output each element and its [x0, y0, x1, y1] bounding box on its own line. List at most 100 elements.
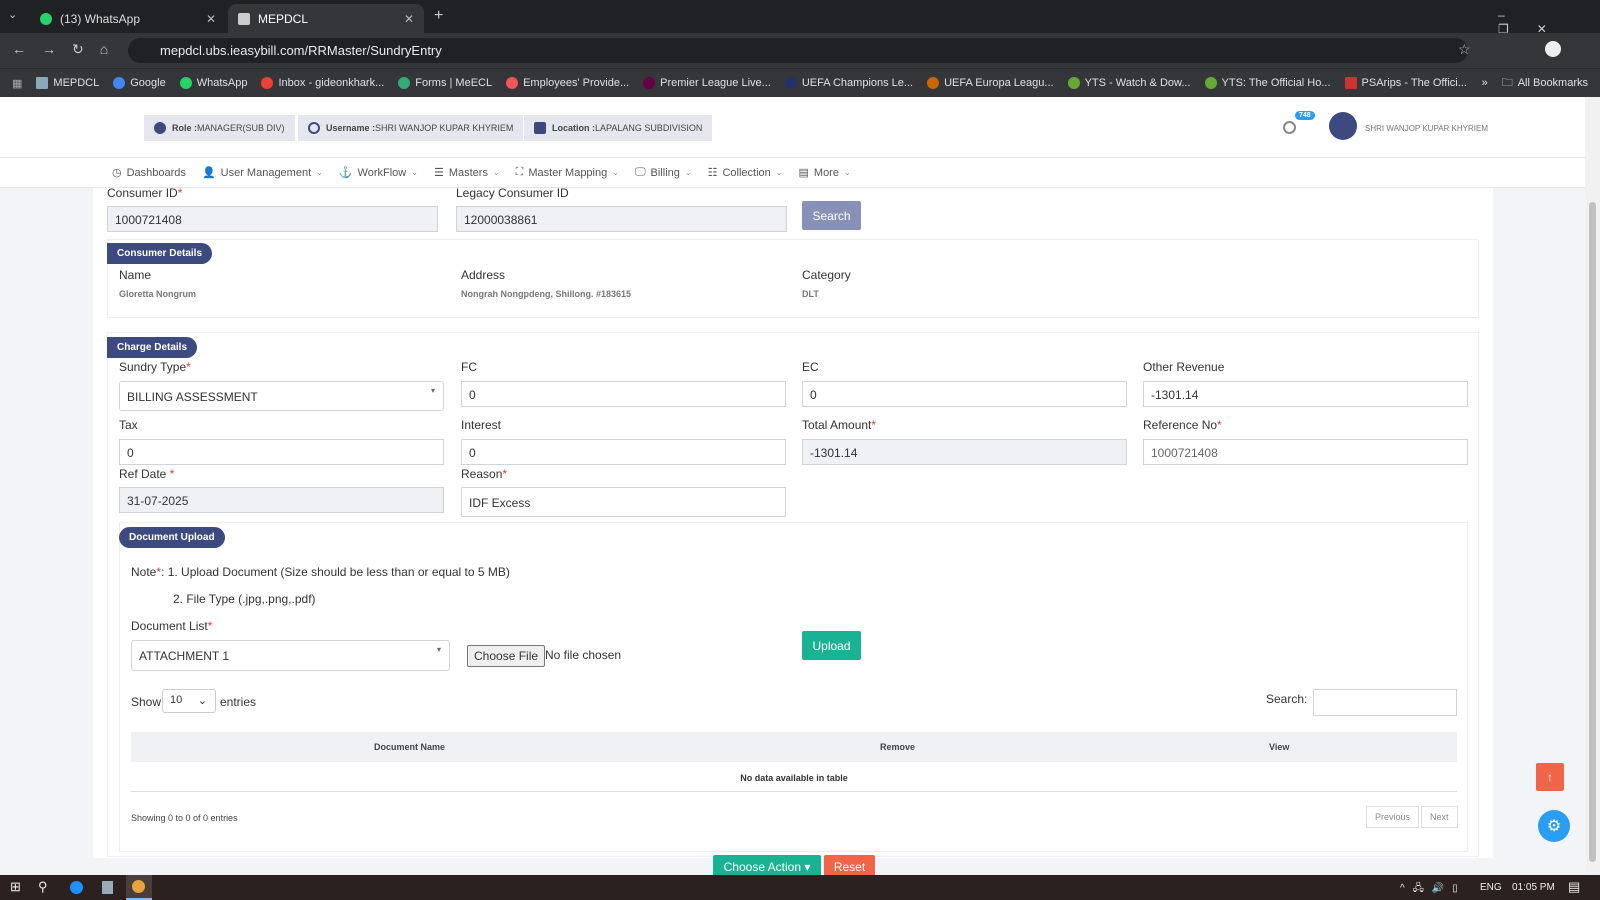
- bookmark[interactable]: MEPDCL: [36, 77, 99, 89]
- bookmark[interactable]: Forms | MeECL: [398, 77, 492, 89]
- column-document-name[interactable]: Document Name: [374, 742, 445, 752]
- close-tab-icon[interactable]: ✕: [404, 12, 414, 26]
- nav-more[interactable]: ▤ More ⌄: [799, 166, 851, 180]
- tab-whatsapp[interactable]: (13) WhatsApp ✕: [30, 4, 226, 33]
- more-bookmarks-icon[interactable]: »: [1482, 77, 1488, 89]
- profile-avatar[interactable]: [1545, 41, 1561, 57]
- chrome-taskbar-button[interactable]: [126, 875, 152, 900]
- entries-select[interactable]: 10 ⌄: [162, 689, 216, 713]
- windows-taskbar: ⊞ ⚲ ^🖧🔊▯ ENG 01:05 PM ▤: [0, 875, 1600, 900]
- nav-billing[interactable]: 🖵 Billing ⌄: [635, 166, 692, 179]
- start-icon[interactable]: ⊞: [10, 879, 21, 895]
- user-name[interactable]: SHRI WANJOP KUPAR KHYRIEM: [1365, 124, 1488, 133]
- building-icon: [534, 122, 546, 134]
- bookmark[interactable]: YTS: The Official Ho...: [1204, 77, 1331, 89]
- nav-user-management[interactable]: 👤 User Management ⌄: [202, 166, 323, 180]
- consumer-address: Nongrah Nongpdeng, Shillong. #183615: [461, 289, 632, 299]
- upload-note-2: 2. File Type (.jpg,.png,.pdf): [173, 592, 316, 606]
- window-controls[interactable]: –❐✕: [1498, 8, 1600, 36]
- url-input[interactable]: mepdcl.ubs.ieasybill.com/RRMaster/Sundry…: [128, 38, 1468, 63]
- user-icon: [308, 122, 320, 134]
- next-button[interactable]: Next: [1421, 806, 1458, 828]
- main-nav: ◷ Dashboards 👤 User Management ⌄ ⚓ WorkFl…: [0, 157, 1585, 188]
- reference-no-input[interactable]: 1000721408: [1143, 439, 1468, 465]
- entries-label: entries: [220, 695, 257, 709]
- consumer-details-section: [107, 239, 1479, 318]
- legacy-id-label: Legacy Consumer ID: [456, 186, 569, 200]
- tab-label: (13) WhatsApp: [60, 11, 141, 26]
- tray-icons[interactable]: ^🖧🔊▯: [1400, 881, 1466, 898]
- name-label: Name: [119, 268, 152, 282]
- upload-note-1: Note*: 1. Upload Document (Size should b…: [131, 565, 510, 579]
- close-tab-icon[interactable]: ✕: [206, 12, 216, 26]
- ec-input[interactable]: 0: [802, 381, 1127, 407]
- all-bookmarks[interactable]: 🗀 All Bookmarks: [1502, 74, 1588, 93]
- reference-no-label: Reference No*: [1143, 418, 1222, 432]
- mepdcl-icon: [238, 12, 250, 25]
- nav-master-mapping[interactable]: ⛶ Master Mapping ⌄: [516, 166, 619, 179]
- avatar[interactable]: [1329, 112, 1357, 140]
- consumer-details-badge: Consumer Details: [107, 243, 213, 264]
- sundry-type-select[interactable]: BILLING ASSESSMENT ▾: [119, 381, 444, 411]
- bookmark[interactable]: UEFA Champions Le...: [784, 77, 913, 89]
- choose-file-button[interactable]: Choose File: [467, 645, 546, 667]
- consumer-category: DLT: [802, 289, 819, 299]
- tab-mepdcl[interactable]: MEPDCL ✕: [228, 4, 424, 33]
- legacy-id-input[interactable]: 12000038861: [456, 206, 787, 232]
- fc-input[interactable]: 0: [461, 381, 786, 407]
- reason-input[interactable]: IDF Excess: [461, 487, 786, 517]
- nav-buttons-icon[interactable]: ←→↻⌂: [12, 41, 124, 58]
- other-revenue-input[interactable]: -1301.14: [1143, 381, 1468, 407]
- other-revenue-label: Other Revenue: [1143, 360, 1225, 374]
- role-badge: Role : MANAGER(SUB DIV): [144, 115, 295, 141]
- column-remove[interactable]: Remove: [880, 742, 915, 752]
- bookmark[interactable]: YTS - Watch & Dow...: [1067, 77, 1191, 89]
- settings-gear-icon[interactable]: ⚙: [1538, 810, 1570, 842]
- clock-icon[interactable]: [1283, 121, 1296, 134]
- bookmark[interactable]: Premier League Live...: [643, 77, 771, 89]
- bookmark[interactable]: Inbox - gideonkhark...: [261, 77, 384, 89]
- document-upload-badge: Document Upload: [119, 527, 225, 548]
- table-search-input[interactable]: [1313, 689, 1457, 716]
- document-list-select[interactable]: ATTACHMENT 1 ▾: [131, 640, 450, 671]
- bookmark-star-icon[interactable]: ☆: [1458, 41, 1471, 58]
- page-scrollbar[interactable]: [1585, 97, 1600, 875]
- table-search-label: Search:: [1266, 692, 1308, 706]
- language-indicator[interactable]: ENG: [1480, 882, 1502, 893]
- bookmark[interactable]: UEFA Europa Leagu...: [927, 77, 1054, 89]
- new-tab-icon[interactable]: +: [434, 7, 443, 25]
- empty-table-message: No data available in table: [131, 762, 1457, 792]
- interest-input[interactable]: 0: [461, 439, 786, 465]
- search-button[interactable]: Search: [802, 201, 861, 230]
- column-view[interactable]: View: [1269, 742, 1289, 752]
- tax-input[interactable]: 0: [119, 439, 444, 465]
- total-amount-label: Total Amount*: [802, 418, 877, 432]
- interest-label: Interest: [461, 418, 502, 432]
- bolt-icon: [154, 122, 166, 134]
- charge-details-badge: Charge Details: [107, 337, 198, 358]
- consumer-id-input[interactable]: 1000721408: [107, 206, 438, 232]
- nav-workflow[interactable]: ⚓ WorkFlow ⌄: [339, 166, 418, 180]
- upload-button[interactable]: Upload: [802, 631, 861, 660]
- total-amount-input: -1301.14: [802, 439, 1127, 465]
- apps-icon[interactable]: ▦: [12, 77, 22, 90]
- bookmark[interactable]: Google: [113, 77, 166, 89]
- app-icon[interactable]: [102, 881, 113, 894]
- ref-date-input[interactable]: 31-07-2025: [119, 487, 444, 513]
- consumer-id-label: Consumer ID*: [107, 186, 183, 200]
- tab-list-icon[interactable]: ⌄: [8, 8, 17, 21]
- bookmark[interactable]: WhatsApp: [179, 77, 247, 89]
- clock[interactable]: 01:05 PM: [1512, 882, 1555, 893]
- reason-label: Reason*: [461, 467, 508, 481]
- bookmark[interactable]: Employees' Provide...: [506, 77, 629, 89]
- notifications-icon[interactable]: ▤: [1568, 879, 1580, 895]
- sundry-type-label: Sundry Type*: [119, 360, 191, 374]
- nav-masters[interactable]: ☰ Masters ⌄: [434, 166, 500, 180]
- nav-collection[interactable]: ☷ Collection ⌄: [708, 166, 783, 180]
- edge-icon[interactable]: [70, 881, 83, 894]
- previous-button[interactable]: Previous: [1366, 806, 1420, 828]
- search-icon[interactable]: ⚲: [38, 879, 48, 895]
- nav-dashboards[interactable]: ◷ Dashboards: [112, 166, 186, 180]
- scroll-top-button[interactable]: ↑: [1536, 763, 1564, 791]
- bookmark[interactable]: PSArips - The Offici...: [1344, 77, 1467, 89]
